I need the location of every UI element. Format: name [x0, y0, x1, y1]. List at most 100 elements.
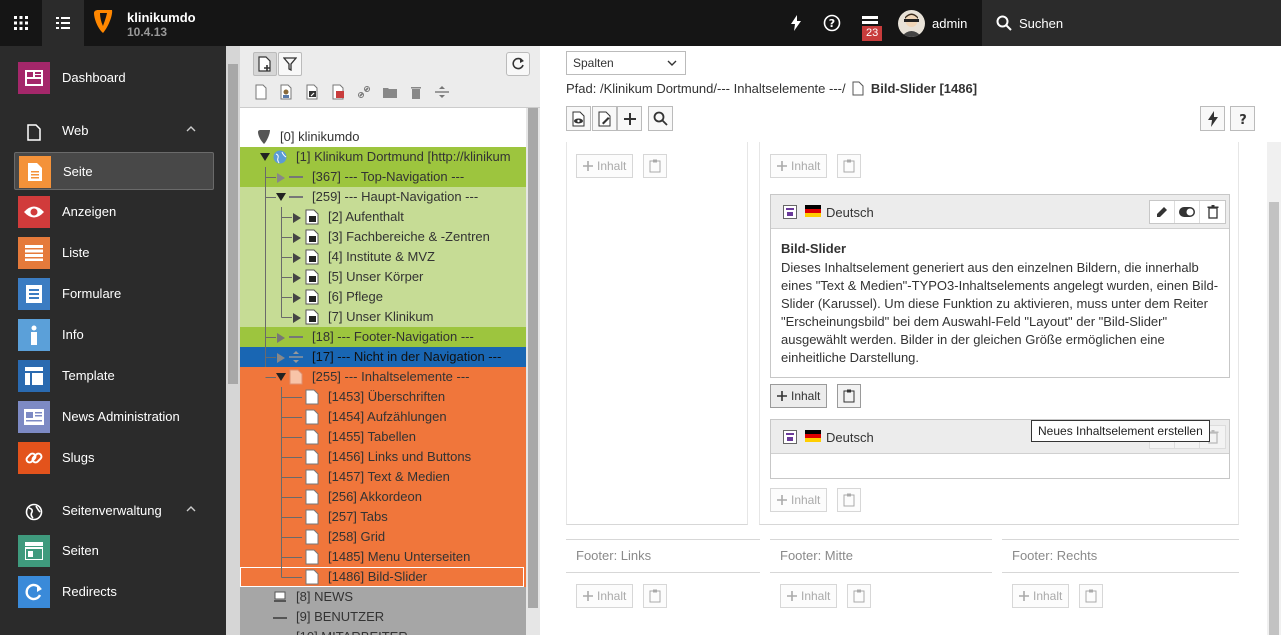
- typo3-logo[interactable]: [92, 9, 114, 35]
- tree-node[interactable]: [10] MITARBEITER: [245, 627, 525, 635]
- add-content-button[interactable]: Inhalt: [1012, 584, 1070, 608]
- shortcut-button[interactable]: [1200, 106, 1225, 131]
- group-site-management[interactable]: Seitenverwaltung: [14, 495, 214, 527]
- dnd-spacer-icon[interactable]: [434, 84, 450, 100]
- new-page-toggle-button[interactable]: [253, 52, 277, 76]
- module-info[interactable]: Info: [14, 316, 214, 354]
- tree-node[interactable]: [255] --- Inhaltselemente ---: [245, 367, 525, 387]
- paste-button[interactable]: [1079, 584, 1103, 608]
- delete-button[interactable]: [1200, 201, 1225, 223]
- expand-arrow-icon[interactable]: [293, 293, 301, 303]
- add-content-button[interactable]: Inhalt: [576, 154, 634, 178]
- tree-node[interactable]: [9] BENUTZER: [245, 607, 525, 627]
- tree-node[interactable]: [1456] Links und Buttons: [245, 447, 525, 467]
- module-view[interactable]: Anzeigen: [14, 193, 214, 231]
- collapse-arrow-icon[interactable]: [260, 153, 270, 161]
- expand-arrow-icon[interactable]: [293, 233, 301, 243]
- tree-node[interactable]: [1454] Aufzählungen: [245, 407, 525, 427]
- expand-arrow-icon[interactable]: [293, 313, 301, 323]
- add-content-button[interactable]: Inhalt: [770, 154, 828, 178]
- expand-arrow-icon[interactable]: [293, 253, 301, 263]
- module-slugs[interactable]: Slugs: [14, 439, 214, 477]
- paste-button[interactable]: [847, 584, 871, 608]
- module-news-administration[interactable]: News Administration: [14, 398, 214, 436]
- refresh-tree-button[interactable]: [506, 52, 530, 76]
- collapse-arrow-icon[interactable]: [276, 373, 286, 381]
- tree-node[interactable]: [1455] Tabellen: [245, 427, 525, 447]
- expand-arrow-icon[interactable]: [277, 173, 285, 183]
- tree-node[interactable]: [5] Unser Körper: [245, 267, 525, 287]
- content-element[interactable]: Deutsch Bild-Slider Dieses Inhaltselemen…: [770, 194, 1230, 378]
- tree-node[interactable]: [4] Institute & MVZ: [245, 247, 525, 267]
- expand-arrow-icon[interactable]: [277, 353, 285, 363]
- module-dashboard[interactable]: Dashboard: [14, 59, 214, 97]
- add-content-button[interactable]: Inhalt: [770, 384, 828, 408]
- tree-node[interactable]: [1] Klinikum Dortmund [http://klinikum: [245, 147, 525, 167]
- paste-button[interactable]: [837, 154, 861, 178]
- paste-button[interactable]: [837, 384, 861, 408]
- add-content-button[interactable]: Inhalt: [780, 584, 838, 608]
- tree-node[interactable]: [17] --- Nicht in der Navigation ---: [245, 347, 525, 367]
- content-scroll-thumb[interactable]: [1269, 202, 1279, 635]
- dnd-link-icon[interactable]: [356, 84, 372, 100]
- tree-node[interactable]: [258] Grid: [245, 527, 525, 547]
- dnd-mountpoint-page-icon[interactable]: [330, 84, 346, 100]
- view-page-button[interactable]: [566, 106, 591, 131]
- flash-icon[interactable]: [786, 13, 806, 33]
- search-button[interactable]: [648, 106, 673, 131]
- dnd-shortcut-page-icon[interactable]: [304, 84, 320, 100]
- tree-node[interactable]: [259] --- Haupt-Navigation ---: [245, 187, 525, 207]
- paste-button[interactable]: [643, 584, 667, 608]
- dnd-recycler-icon[interactable]: [408, 84, 424, 100]
- tree-node-root[interactable]: [0] klinikumdo: [245, 127, 525, 147]
- add-content-button[interactable]: Inhalt: [576, 584, 634, 608]
- apps-grid-icon[interactable]: [0, 0, 42, 46]
- module-redirects[interactable]: Redirects: [14, 573, 214, 611]
- tree-scrollbar[interactable]: [526, 108, 540, 635]
- content-scrollbar[interactable]: [1267, 142, 1281, 635]
- module-sites[interactable]: Seiten: [14, 532, 214, 570]
- tree-node[interactable]: [1453] Überschriften: [245, 387, 525, 407]
- edit-button[interactable]: [1150, 201, 1175, 223]
- dnd-folder-icon[interactable]: [382, 84, 398, 100]
- help-button[interactable]: ?: [1230, 106, 1255, 131]
- sidebar-scroll-thumb[interactable]: [228, 64, 238, 384]
- module-list[interactable]: Liste: [14, 234, 214, 272]
- expand-arrow-icon[interactable]: [277, 333, 285, 343]
- tree-node[interactable]: [3] Fachbereiche & -Zentren: [245, 227, 525, 247]
- tree-node[interactable]: [256] Akkordeon: [245, 487, 525, 507]
- page-tree-toggle-icon[interactable]: [42, 0, 84, 46]
- search-box[interactable]: Suchen: [982, 0, 1281, 46]
- new-content-button[interactable]: [617, 106, 642, 131]
- tree-node[interactable]: [6] Pflege: [245, 287, 525, 307]
- tree-node[interactable]: [18] --- Footer-Navigation ---: [245, 327, 525, 347]
- paste-button[interactable]: [837, 488, 861, 512]
- dnd-backend-user-page-icon[interactable]: [278, 84, 294, 100]
- paste-button[interactable]: [643, 154, 667, 178]
- tree-node[interactable]: [1485] Menu Unterseiten: [245, 547, 525, 567]
- tree-node[interactable]: [257] Tabs: [245, 507, 525, 527]
- tree-node[interactable]: [8] NEWS: [245, 587, 525, 607]
- add-content-button[interactable]: Inhalt: [770, 488, 828, 512]
- tree-scroll-thumb[interactable]: [528, 108, 538, 608]
- tree-node-selected[interactable]: [1486] Bild-Slider: [245, 567, 525, 587]
- avatar[interactable]: [898, 10, 925, 37]
- sidebar-scrollbar[interactable]: [226, 46, 240, 635]
- module-template[interactable]: Template: [14, 357, 214, 395]
- module-forms[interactable]: Formulare: [14, 275, 214, 313]
- tree-node[interactable]: [367] --- Top-Navigation ---: [245, 167, 525, 187]
- hide-toggle-button[interactable]: [1175, 201, 1200, 223]
- help-icon[interactable]: ?: [822, 13, 842, 33]
- tree-node[interactable]: [2] Aufenthalt: [245, 207, 525, 227]
- columns-select[interactable]: Spalten: [566, 51, 686, 75]
- username[interactable]: admin: [932, 16, 967, 31]
- group-web[interactable]: Web: [14, 115, 214, 147]
- edit-page-properties-button[interactable]: [592, 106, 617, 131]
- dnd-standard-page-icon[interactable]: [253, 84, 269, 100]
- filter-button[interactable]: [278, 52, 302, 76]
- expand-arrow-icon[interactable]: [293, 213, 301, 223]
- tree-node[interactable]: [7] Unser Klinikum: [245, 307, 525, 327]
- module-page[interactable]: Seite: [14, 152, 214, 190]
- expand-arrow-icon[interactable]: [293, 273, 301, 283]
- tree-node[interactable]: [1457] Text & Medien: [245, 467, 525, 487]
